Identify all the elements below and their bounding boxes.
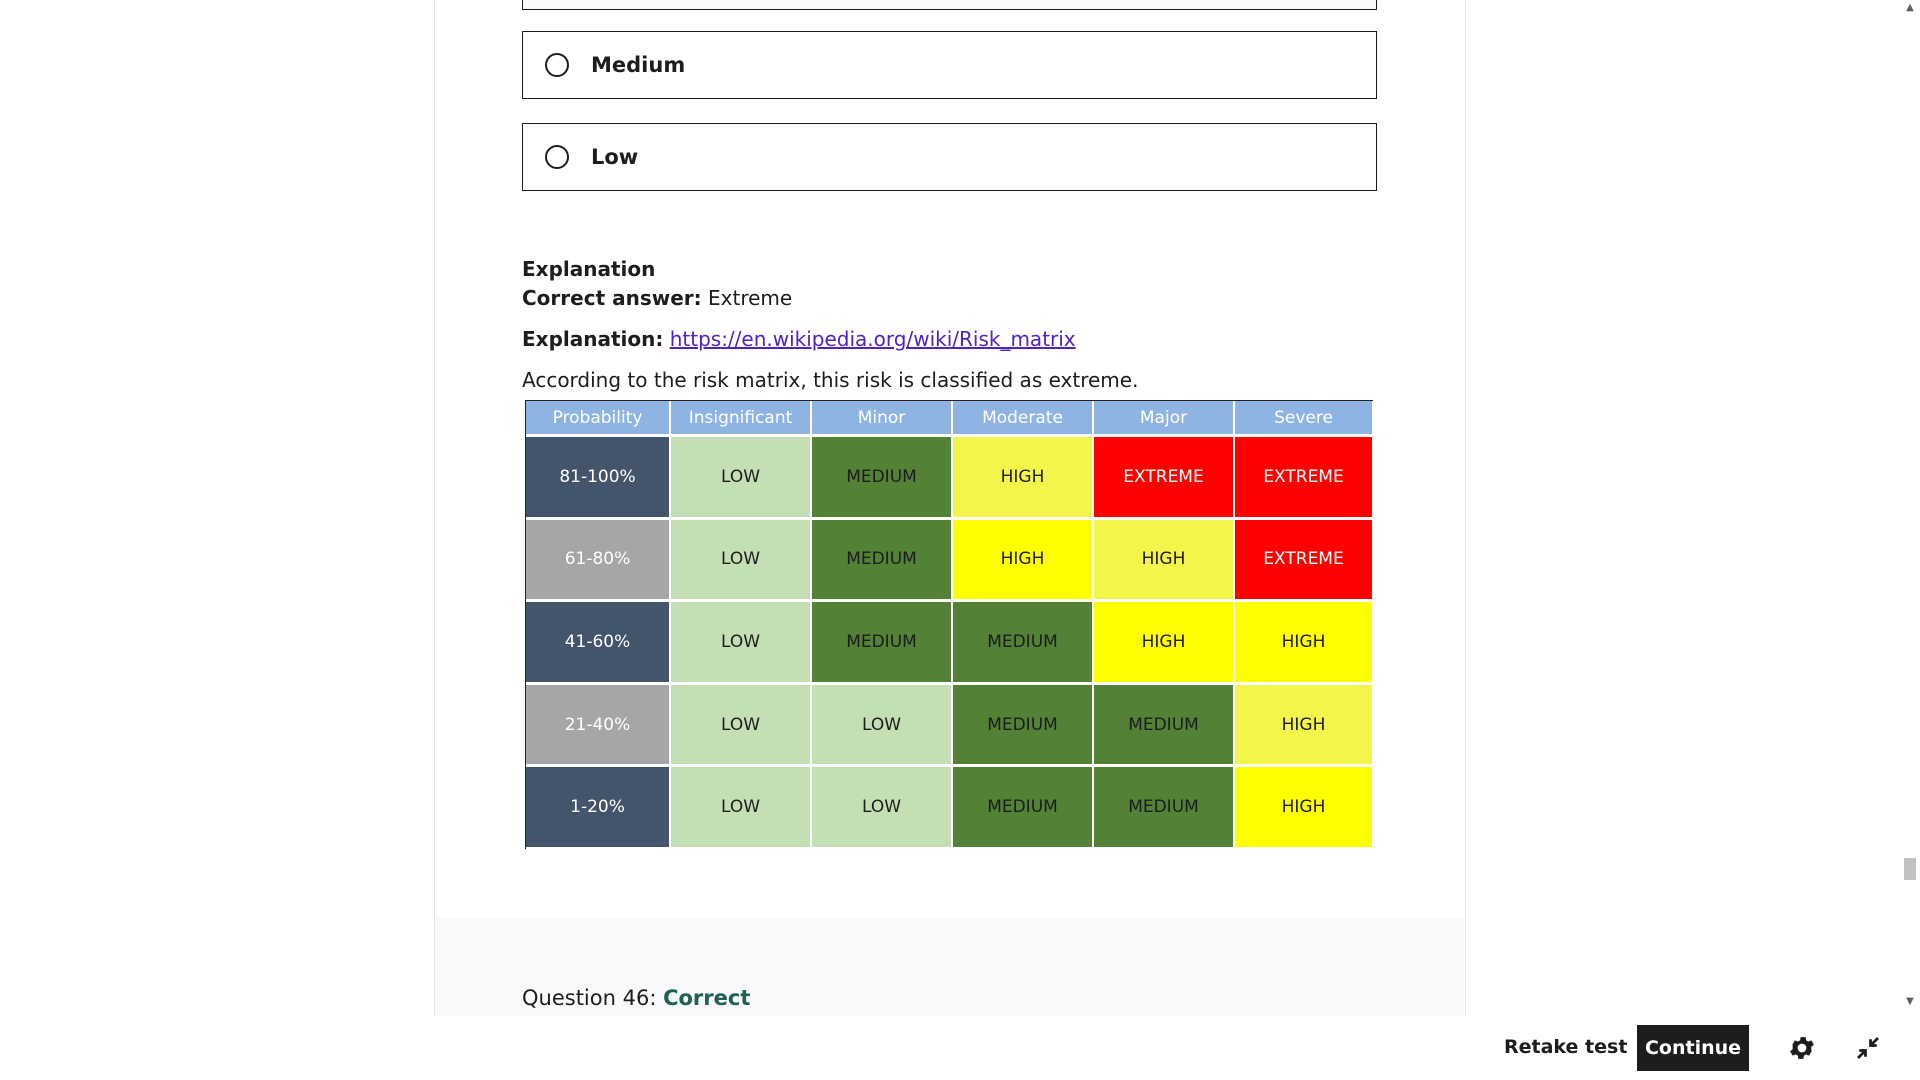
- matrix-risk-cell: HIGH: [1235, 602, 1374, 685]
- explanation-summary: According to the risk matrix, this risk …: [522, 368, 1139, 392]
- radio-button[interactable]: [545, 145, 569, 169]
- explanation-source-line: Explanation: https://en.wikipedia.org/wi…: [522, 327, 1076, 351]
- matrix-risk-cell: EXTREME: [1094, 437, 1235, 520]
- matrix-header-cell: Major: [1094, 401, 1235, 437]
- matrix-risk-cell: EXTREME: [1235, 437, 1374, 520]
- explanation-label: Explanation:: [522, 327, 664, 351]
- explanation-heading: Explanation: [522, 257, 656, 281]
- matrix-header-cell: Minor: [812, 401, 953, 437]
- correct-answer-label: Correct answer:: [522, 286, 702, 310]
- matrix-probability-cell: 21-40%: [526, 684, 671, 768]
- matrix-risk-cell: LOW: [671, 519, 812, 603]
- risk-matrix-image: Probability Insignificant Minor Moderate Maj…: [525, 400, 1374, 850]
- matrix-risk-cell: HIGH: [953, 519, 1094, 603]
- matrix-probability-cell: 41-60%: [526, 602, 671, 685]
- matrix-risk-cell: LOW: [812, 684, 953, 768]
- matrix-risk-cell: EXTREME: [1235, 519, 1374, 603]
- scroll-down-arrow-icon[interactable]: ▼: [1903, 996, 1917, 1010]
- matrix-risk-cell: LOW: [671, 437, 812, 520]
- answer-option-label: Low: [591, 145, 639, 169]
- matrix-probability-cell: 81-100%: [526, 437, 671, 520]
- matrix-risk-cell: LOW: [671, 767, 812, 850]
- matrix-risk-cell: MEDIUM: [953, 767, 1094, 850]
- scrollbar-thumb[interactable]: [1904, 858, 1916, 880]
- matrix-risk-cell: LOW: [812, 767, 953, 850]
- explanation-link[interactable]: https://en.wikipedia.org/wiki/Risk_matri…: [670, 327, 1076, 351]
- collapse-icon[interactable]: [1853, 1033, 1883, 1063]
- continue-button[interactable]: Continue: [1637, 1025, 1749, 1071]
- correct-answer-line: Correct answer: Extreme: [522, 286, 792, 310]
- matrix-probability-cell: 1-20%: [526, 767, 671, 850]
- matrix-header-cell: Moderate: [953, 401, 1094, 437]
- answer-option-medium[interactable]: Medium: [522, 31, 1377, 99]
- answer-option-low[interactable]: Low: [522, 123, 1377, 191]
- matrix-risk-cell: LOW: [671, 684, 812, 768]
- answer-option-label: Medium: [591, 53, 686, 77]
- matrix-risk-cell: HIGH: [1235, 767, 1374, 850]
- matrix-risk-cell: MEDIUM: [1094, 767, 1235, 850]
- radio-button[interactable]: [545, 53, 569, 77]
- matrix-risk-cell: MEDIUM: [812, 519, 953, 603]
- matrix-risk-cell: HIGH: [1235, 684, 1374, 768]
- matrix-header-cell: Severe: [1235, 401, 1374, 437]
- matrix-risk-cell: MEDIUM: [812, 602, 953, 685]
- matrix-risk-cell: MEDIUM: [812, 437, 953, 520]
- retake-test-button[interactable]: Retake test: [1504, 1023, 1627, 1071]
- matrix-risk-cell: MEDIUM: [953, 684, 1094, 768]
- correct-answer-value: Extreme: [708, 286, 793, 310]
- matrix-header-cell: Probability: [526, 401, 671, 437]
- matrix-risk-cell: HIGH: [1094, 602, 1235, 685]
- question-number: Question 46:: [522, 986, 657, 1010]
- matrix-risk-cell: HIGH: [953, 437, 1094, 520]
- question-status: Question 46: Correct: [522, 986, 750, 1010]
- scroll-up-arrow-icon[interactable]: ▲: [1903, 2, 1917, 16]
- matrix-risk-cell: MEDIUM: [953, 602, 1094, 685]
- matrix-risk-cell: LOW: [671, 602, 812, 685]
- matrix-header-cell: Insignificant: [671, 401, 812, 437]
- gear-icon[interactable]: [1787, 1033, 1817, 1063]
- matrix-risk-cell: MEDIUM: [1094, 684, 1235, 768]
- matrix-risk-cell: HIGH: [1094, 519, 1235, 603]
- footer-bar: [0, 1016, 1920, 1080]
- question-result: Correct: [663, 986, 751, 1010]
- matrix-probability-cell: 61-80%: [526, 519, 671, 603]
- answer-option-previous[interactable]: [522, 0, 1377, 10]
